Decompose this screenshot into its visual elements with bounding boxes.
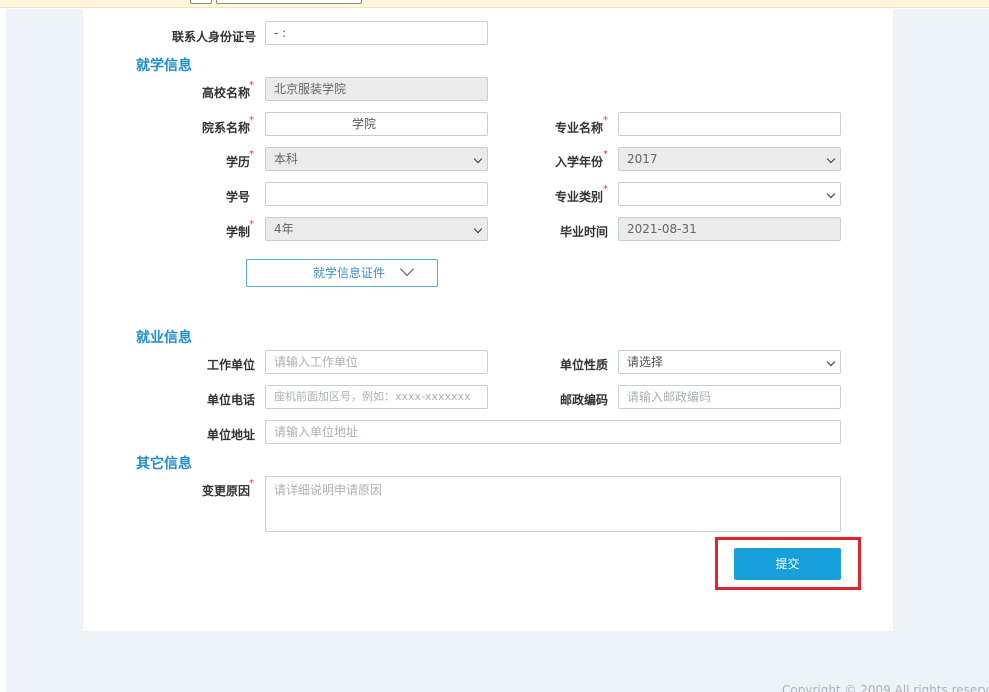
employer-label: 工作单位 — [207, 358, 256, 372]
duration-required-mark: * — [249, 219, 254, 230]
address-input[interactable]: 请输入单位地址 — [265, 420, 841, 444]
enroll-year-required-mark: * — [603, 149, 608, 160]
footer-copyright: Copyright © 2009 All rights reserved — [782, 683, 989, 692]
employer-type-label: 单位性质 — [560, 358, 609, 372]
employer-type-select-value: 请选择 — [627, 355, 664, 369]
enroll-year-select-value: 2017 — [627, 152, 658, 166]
employment-section-title: 就业信息 — [136, 330, 192, 346]
chevron-down-icon — [473, 224, 483, 234]
reason-textarea[interactable]: 请详细说明申请原因 — [265, 476, 841, 532]
major-required-mark: * — [603, 115, 608, 126]
employer-phone-label: 单位电话 — [207, 393, 256, 407]
contact-id-label: 联系人身份证号 — [172, 30, 257, 44]
department-label: 院系名称 — [202, 121, 251, 135]
education-select[interactable]: 本科 — [265, 147, 488, 171]
other-section-title: 其它信息 — [136, 456, 192, 472]
graduate-time-label: 毕业时间 — [560, 225, 609, 239]
employer-type-select[interactable]: 请选择 — [618, 350, 841, 374]
study-certificate-label: 就学信息证件 — [313, 266, 386, 280]
major-label: 专业名称 — [555, 121, 604, 135]
enroll-year-label: 入学年份 — [555, 155, 604, 169]
chevron-down-icon — [826, 154, 836, 164]
address-label: 单位地址 — [207, 428, 256, 442]
study-section-title: 就学信息 — [136, 58, 192, 74]
employer-phone-input[interactable]: 座机前面加区号，例如：xxxx-xxxxxxx — [265, 385, 488, 409]
reason-label: 变更原因 — [202, 484, 251, 498]
enroll-year-select[interactable]: 2017 — [618, 147, 841, 171]
chevron-down-icon — [826, 357, 836, 367]
postcode-input[interactable]: 请输入邮政编码 — [618, 385, 841, 409]
study-certificate-toggle[interactable]: 就学信息证件 — [246, 259, 438, 287]
major-input[interactable] — [618, 112, 841, 136]
major-type-label: 专业类别 — [555, 190, 604, 204]
duration-label: 学制 — [226, 225, 251, 239]
duration-select[interactable]: 4年 — [265, 217, 488, 241]
top-bar-button[interactable] — [190, 0, 212, 4]
school-required-mark: * — [249, 80, 254, 91]
school-label: 高校名称 — [202, 86, 251, 100]
department-input[interactable]: 学院 — [265, 112, 488, 136]
school-input: 北京服装学院 — [265, 77, 488, 101]
top-notice-bar — [0, 0, 989, 8]
contact-id-input[interactable]: - : — [265, 21, 488, 45]
education-select-value: 本科 — [274, 152, 299, 166]
reason-required-mark: * — [249, 478, 254, 489]
postcode-label: 邮政编码 — [560, 393, 609, 407]
graduate-time-input: 2021-08-31 — [618, 217, 841, 241]
chevron-down-icon — [826, 189, 836, 199]
education-required-mark: * — [249, 149, 254, 160]
duration-select-value: 4年 — [274, 222, 294, 236]
education-label: 学历 — [226, 155, 251, 169]
major-type-select[interactable] — [618, 182, 841, 206]
submit-button[interactable]: 提交 — [734, 548, 841, 580]
department-required-mark: * — [249, 115, 254, 126]
major-type-required-mark: * — [603, 184, 608, 195]
chevron-down-icon — [473, 154, 483, 164]
chevron-down-icon — [399, 261, 415, 277]
student-no-input[interactable] — [265, 182, 488, 206]
top-bar-field[interactable] — [216, 0, 362, 4]
employer-input[interactable]: 请输入工作单位 — [265, 350, 488, 374]
student-no-label: 学号 — [226, 190, 251, 204]
